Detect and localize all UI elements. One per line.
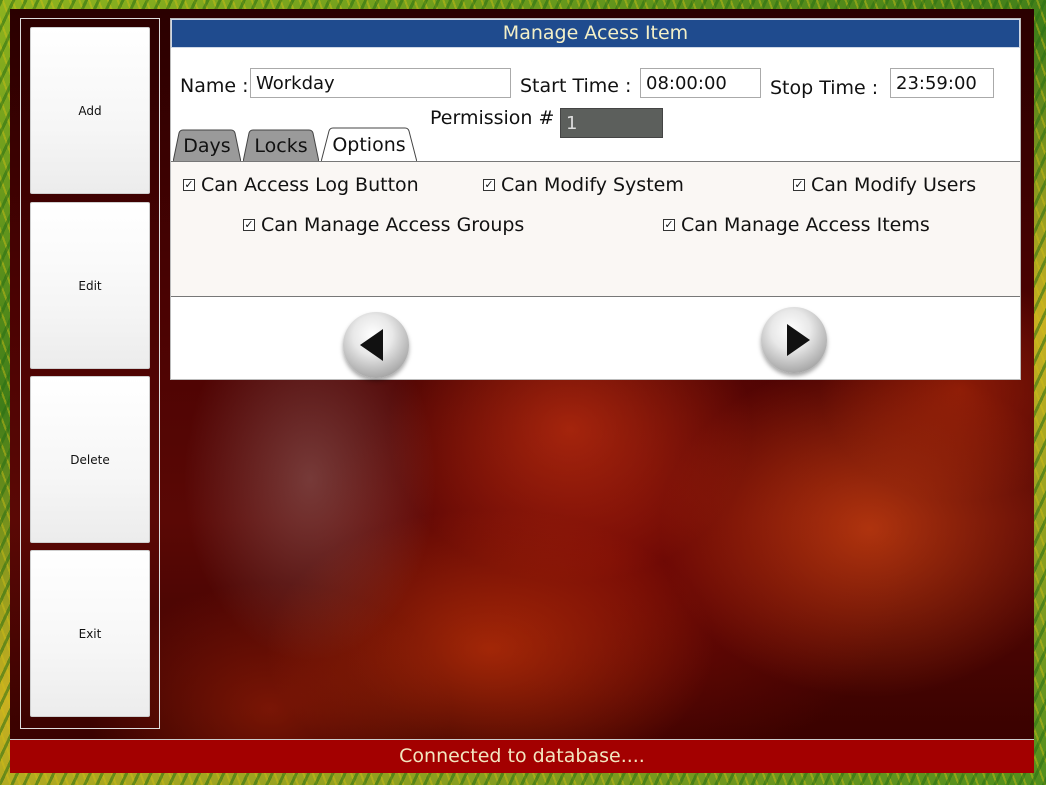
checkbox-checked-icon[interactable]: ✓ (183, 179, 195, 191)
checkbox-checked-icon[interactable]: ✓ (793, 179, 805, 191)
tab-options-label: Options (332, 133, 406, 156)
sidebar: Add Edit Delete Exit (20, 18, 160, 729)
name-field[interactable] (250, 68, 511, 98)
option-label: Can Modify Users (811, 174, 977, 196)
exit-button[interactable]: Exit (30, 550, 150, 717)
status-bar: Connected to database.... (10, 739, 1034, 773)
permission-label: Permission # (430, 107, 555, 129)
triangle-right-icon (787, 324, 810, 356)
edit-button[interactable]: Edit (30, 202, 150, 369)
next-button[interactable] (761, 307, 827, 373)
tab-days-label: Days (183, 134, 231, 157)
stop-time-field[interactable] (890, 68, 994, 98)
option-manage-access-items[interactable]: ✓ Can Manage Access Items (663, 214, 930, 236)
option-manage-access-groups[interactable]: ✓ Can Manage Access Groups (243, 214, 524, 236)
delete-button[interactable]: Delete (30, 376, 150, 543)
stop-time-label: Stop Time : (770, 77, 879, 99)
name-label: Name : (180, 75, 249, 97)
panel-title: Manage Acess Item (171, 19, 1020, 48)
checkbox-checked-icon[interactable]: ✓ (483, 179, 495, 191)
add-button[interactable]: Add (30, 27, 150, 194)
option-modify-users[interactable]: ✓ Can Modify Users (793, 174, 976, 196)
tab-days[interactable]: Days (173, 129, 241, 162)
start-time-label: Start Time : (520, 75, 632, 97)
checkbox-checked-icon[interactable]: ✓ (663, 219, 675, 231)
tab-locks-label: Locks (254, 134, 308, 157)
option-label: Can Manage Access Groups (261, 214, 525, 236)
option-label: Can Manage Access Items (681, 214, 930, 236)
app-window: Add Edit Delete Exit Manage Acess Item N… (10, 9, 1034, 773)
option-access-log-button[interactable]: ✓ Can Access Log Button (183, 174, 419, 196)
manage-access-item-panel: Manage Acess Item Name : Start Time : St… (170, 18, 1021, 380)
tab-options[interactable]: Options (321, 127, 417, 162)
checkbox-checked-icon[interactable]: ✓ (243, 219, 255, 231)
option-label: Can Access Log Button (201, 174, 419, 196)
previous-button[interactable] (343, 312, 409, 378)
permission-field[interactable] (560, 108, 663, 138)
option-label: Can Modify System (501, 174, 684, 196)
tab-locks[interactable]: Locks (243, 129, 319, 162)
triangle-left-icon (360, 329, 383, 361)
options-tab-content: ✓ Can Access Log Button ✓ Can Modify Sys… (171, 161, 1020, 297)
start-time-field[interactable] (640, 68, 761, 98)
option-modify-system[interactable]: ✓ Can Modify System (483, 174, 684, 196)
